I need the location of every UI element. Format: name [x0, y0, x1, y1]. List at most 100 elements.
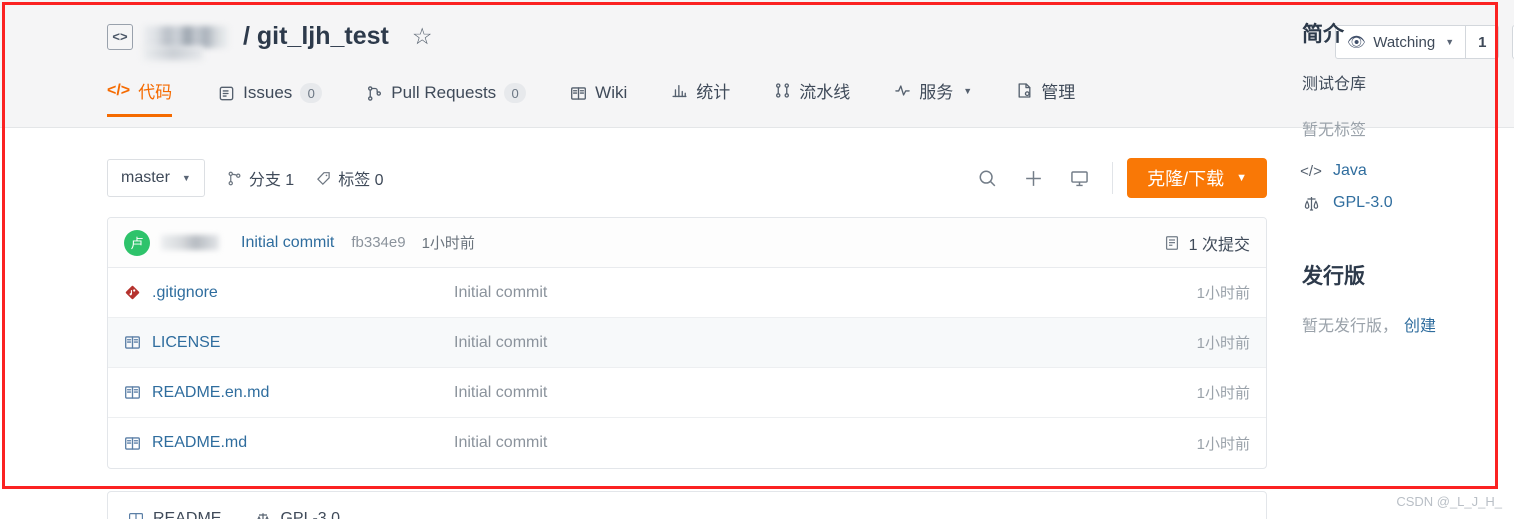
- table-row[interactable]: README.md Initial commit 1小时前: [108, 418, 1266, 468]
- award-badge-icon[interactable]: ☆: [412, 25, 433, 48]
- sidebar-create-release-link[interactable]: 创建: [1404, 318, 1436, 335]
- commit-count-link[interactable]: 1 次提交: [1164, 231, 1250, 255]
- search-icon[interactable]: [964, 159, 1010, 197]
- file-name-label: .gitignore: [152, 283, 218, 301]
- tags-link[interactable]: 标签 0: [316, 166, 384, 190]
- file-list-panel: 卢 Initial commit fb334e9 1小时前 1 次提交 .git…: [107, 217, 1267, 469]
- file-commit-message: Initial commit: [454, 383, 548, 401]
- book-icon: [124, 384, 141, 401]
- pull-request-icon: [366, 85, 383, 102]
- tab-license[interactable]: GPL-3.0: [255, 510, 340, 519]
- activity-icon: [894, 82, 911, 99]
- git-icon: [124, 284, 141, 301]
- table-row[interactable]: .gitignore Initial commit 1小时前: [108, 268, 1266, 318]
- file-commit-time: 1小时前: [1196, 285, 1250, 302]
- clone-download-button[interactable]: 克隆/下载 ▼: [1127, 158, 1267, 198]
- book-icon: [124, 334, 141, 351]
- issue-icon: [218, 85, 235, 102]
- branches-link[interactable]: 分支 1: [227, 166, 294, 190]
- file-name-cell[interactable]: README.en.md: [124, 384, 454, 402]
- tab-label: 服务: [919, 83, 954, 102]
- branch-icon: [227, 171, 242, 186]
- tab-统计[interactable]: 统计: [649, 78, 752, 117]
- chevron-down-icon: ▼: [963, 85, 973, 96]
- commit-count-label: 1 次提交: [1188, 236, 1250, 254]
- tab-label: Pull Requests: [391, 83, 497, 102]
- code-icon: </>: [107, 81, 131, 99]
- readme-tabs: README GPL-3.0: [108, 492, 1266, 519]
- sidebar-releases-section: 发行版 暂无发行版， 创建: [1302, 260, 1502, 336]
- file-name-cell[interactable]: .gitignore: [124, 284, 454, 302]
- tab-license-label: GPL-3.0: [280, 510, 341, 519]
- table-row[interactable]: README.en.md Initial commit 1小时前: [108, 368, 1266, 418]
- sidebar-releases-title: 发行版: [1302, 265, 1365, 288]
- sidebar-language[interactable]: </> Java: [1300, 162, 1502, 180]
- commit-author-redacted[interactable]: [161, 235, 219, 250]
- file-commit-message: Initial commit: [454, 283, 548, 301]
- sidebar-license[interactable]: GPL-3.0: [1302, 194, 1502, 212]
- commit-message[interactable]: Initial commit: [241, 234, 334, 252]
- tab-wiki[interactable]: Wiki: [548, 83, 649, 117]
- code-brackets-icon: <>: [107, 23, 133, 50]
- file-commit-time: 1小时前: [1196, 385, 1250, 402]
- branch-selector[interactable]: master ▼: [107, 159, 205, 197]
- sidebar-about-title: 简介: [1302, 23, 1344, 46]
- toolbar-actions: 克隆/下载 ▼: [964, 158, 1267, 198]
- clone-label: 克隆/下载: [1147, 169, 1225, 189]
- tab-label: 管理: [1041, 83, 1076, 102]
- tab-管理[interactable]: 管理: [994, 78, 1097, 117]
- plus-icon[interactable]: [1010, 159, 1056, 197]
- file-name-cell[interactable]: README.md: [124, 434, 454, 452]
- table-row[interactable]: LICENSE Initial commit 1小时前: [108, 318, 1266, 368]
- book-icon: [124, 435, 141, 452]
- tab-count-badge: 0: [504, 83, 527, 103]
- chart-icon: [671, 82, 688, 99]
- file-commit-time: 1小时前: [1196, 435, 1250, 453]
- repo-header: <> / git_ljh_test ☆ 👁 Watching ▼ 1 ☆ St: [0, 0, 1514, 128]
- code-icon: </>: [1300, 162, 1322, 180]
- tab-服务[interactable]: 服务 ▼: [872, 78, 994, 117]
- file-name-label: LICENSE: [152, 333, 221, 351]
- file-name-label: README.en.md: [152, 383, 270, 401]
- screenshot-root: <> / git_ljh_test ☆ 👁 Watching ▼ 1 ☆ St: [0, 0, 1514, 519]
- scale-icon: [1302, 195, 1320, 212]
- tab-count-badge: 0: [300, 83, 323, 103]
- tab-代码[interactable]: </> 代码: [107, 78, 196, 117]
- repo-nav-tabs: </> 代码 Issues 0 Pull Requests 0 Wiki 统计 流水线 服务 ▼ 管理: [107, 78, 1097, 117]
- monitor-icon[interactable]: [1056, 159, 1102, 197]
- history-icon: [1164, 235, 1180, 251]
- tab-pull-requests[interactable]: Pull Requests 0: [344, 83, 548, 117]
- repo-owner-redacted-tail: [143, 46, 203, 60]
- tab-流水线[interactable]: 流水线: [752, 78, 872, 117]
- branch-name: master: [121, 169, 170, 186]
- toolbar-divider: [1112, 162, 1114, 194]
- tab-readme-label: README: [153, 510, 222, 519]
- file-name-label: README.md: [152, 434, 248, 451]
- tag-icon: [316, 171, 331, 186]
- repo-content: master ▼ 分支 1 标签 0 克隆/下载 ▼ 卢 Initial com…: [0, 129, 1514, 519]
- file-commit-message: Initial commit: [454, 434, 548, 451]
- sidebar-about-description: 测试仓库: [1302, 76, 1367, 93]
- book-icon: [570, 85, 587, 102]
- avatar[interactable]: 卢: [124, 229, 150, 256]
- pipeline-icon: [774, 82, 791, 99]
- tags-label: 标签 0: [338, 172, 384, 189]
- sidebar-license-label: GPL-3.0: [1333, 194, 1393, 211]
- tab-label: 代码: [138, 83, 173, 102]
- file-commit-time: 1小时前: [1196, 335, 1250, 352]
- branches-label: 分支 1: [248, 172, 295, 189]
- sidebar-no-releases: 暂无发行版， 创建: [1302, 312, 1502, 336]
- tab-readme[interactable]: README: [128, 510, 221, 519]
- repo-sidebar: 简介 测试仓库 暂无标签 </> Java GPL-3.0 发行版 暂无发行版，…: [1300, 18, 1502, 336]
- tab-label: Wiki: [595, 83, 628, 102]
- page-title[interactable]: / git_ljh_test: [243, 22, 389, 51]
- sidebar-no-releases-text: 暂无发行版，: [1302, 318, 1399, 335]
- tab-label: 流水线: [799, 83, 851, 102]
- latest-commit-bar: 卢 Initial commit fb334e9 1小时前 1 次提交: [108, 218, 1266, 268]
- tab-issues[interactable]: Issues 0: [196, 83, 344, 117]
- commit-hash[interactable]: fb334e9: [351, 234, 405, 251]
- file-name-cell[interactable]: LICENSE: [124, 334, 454, 352]
- repo-owner-redacted[interactable]: [144, 25, 228, 48]
- watermark: CSDN @_L_J_H_: [1396, 494, 1502, 509]
- code-toolbar: master ▼ 分支 1 标签 0 克隆/下载 ▼: [107, 157, 1267, 199]
